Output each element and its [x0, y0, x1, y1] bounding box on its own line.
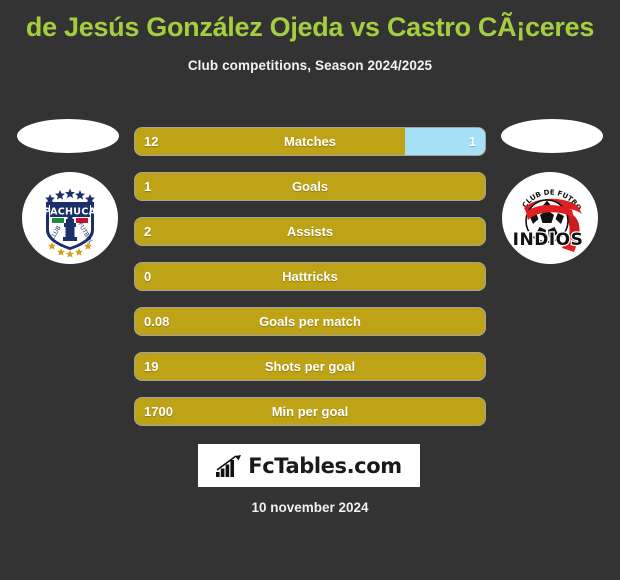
indios-badge-icon: CLUB DE FUTBOL INDIOS [502, 172, 596, 264]
stat-label: Assists [286, 224, 334, 239]
header: de Jesús González Ojeda vs Castro CÃ¡cer… [0, 0, 620, 73]
stat-label: Shots per goal [264, 359, 356, 374]
stat-row: 0 Hattricks [135, 263, 485, 290]
stat-label: Hattricks [282, 269, 338, 284]
brand-text: FcTables.com [248, 453, 402, 478]
stat-row: 12 Matches 1 [135, 128, 485, 155]
page-title: de Jesús González Ojeda vs Castro CÃ¡cer… [25, 12, 595, 42]
stat-row: 1700 Min per goal [135, 398, 485, 425]
away-club-badge: CLUB DE FUTBOL INDIOS [502, 172, 598, 264]
stat-row: 19 Shots per goal [135, 353, 485, 380]
brand-watermark: FcTables.com [198, 444, 420, 487]
bar-chart-growth-icon [216, 454, 242, 477]
stat-label: Goals per match [259, 314, 361, 329]
page-subtitle: Club competitions, Season 2024/2025 [187, 58, 433, 73]
stat-label: Matches [283, 134, 337, 149]
stat-row: 0.08 Goals per match [135, 308, 485, 335]
home-club-badge: PACHUCA CLUB FUTBOL [22, 172, 118, 264]
away-player-photo [501, 119, 603, 153]
pachuca-badge-icon: PACHUCA CLUB FUTBOL [24, 172, 116, 264]
stat-row: 1 Goals [135, 173, 485, 200]
stat-row: 2 Assists [135, 218, 485, 245]
footer-date: 10 november 2024 [251, 500, 369, 515]
away-value: 1 [468, 134, 476, 149]
svg-text:INDIOS: INDIOS [513, 230, 584, 250]
home-player-photo [17, 119, 119, 153]
stat-label: Goals [291, 179, 329, 194]
stat-label: Min per goal [271, 404, 349, 419]
stat-bars: 12 Matches 1 1 Goals 2 Assists 0 Hattric… [135, 128, 485, 443]
